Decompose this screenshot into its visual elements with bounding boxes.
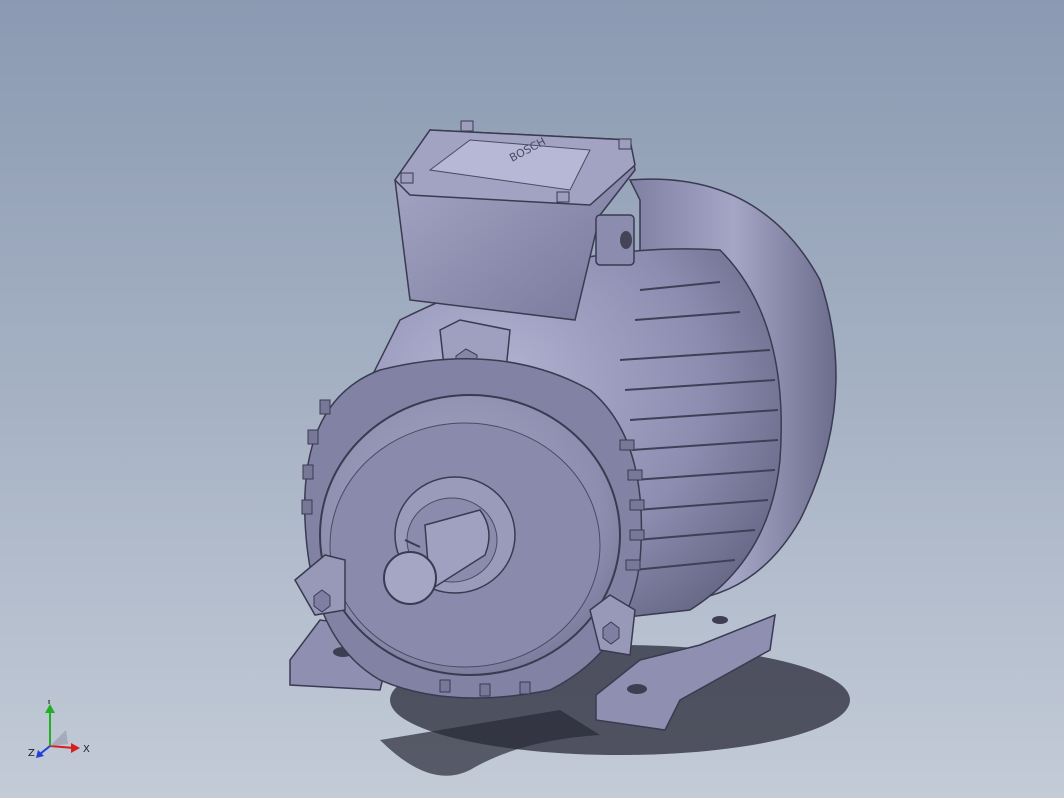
motor-model[interactable]: BOSCH xyxy=(0,0,1064,798)
coordinate-triad: Y X Z xyxy=(28,700,90,759)
shaft-end[interactable] xyxy=(383,551,437,605)
graphics-viewport[interactable]: BOSCH Y X Z xyxy=(0,0,1064,798)
axis-y-label: Y xyxy=(45,700,53,707)
axis-z-label: Z xyxy=(28,748,35,759)
axis-x-label: X xyxy=(83,744,90,755)
